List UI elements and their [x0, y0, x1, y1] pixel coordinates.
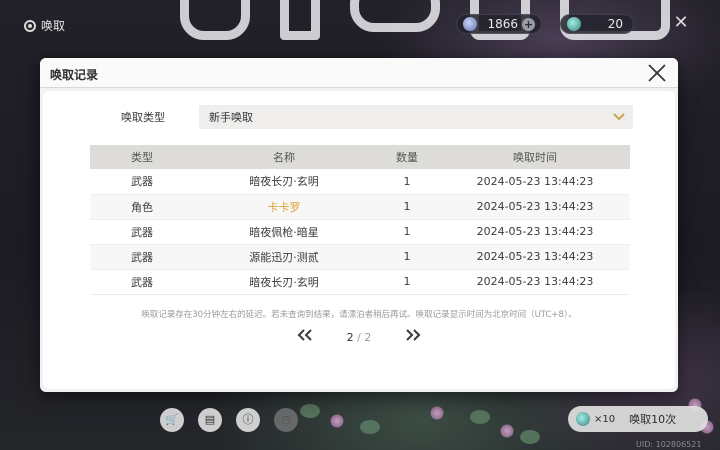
close-page-icon[interactable]: ✕	[672, 14, 690, 32]
cell-name: 暗夜长刃·玄明	[194, 269, 374, 295]
page-title-group: 唤取	[24, 17, 65, 34]
column-header-time: 唤取时间	[440, 145, 630, 169]
cell-name-highlight: 卡卡罗	[194, 194, 374, 220]
cell-name: 暗夜长刃·玄明	[194, 169, 374, 195]
page-title: 唤取	[41, 19, 66, 33]
records-table: 类型 名称 数量 唤取时间 武器 暗夜长刃·玄明 1 2024-05-23 13…	[90, 145, 630, 295]
type-filter-value: 新手唤取	[209, 111, 253, 124]
dialog-title: 唤取记录	[50, 68, 99, 82]
table-row: 武器 暗夜长刃·玄明 1 2024-05-23 13:44:23	[90, 169, 630, 195]
cell-name: 暗夜佩枪·暗星	[194, 219, 374, 245]
dialog-header: 唤取记录	[40, 58, 678, 88]
total-pages: 2	[364, 330, 372, 344]
cell-time: 2024-05-23 13:44:23	[440, 269, 630, 295]
previous-page-button[interactable]	[297, 329, 313, 345]
history-icon[interactable]: ◷	[274, 408, 298, 432]
column-header-quantity: 数量	[374, 145, 440, 169]
pull-ten-cost: ×10	[594, 413, 616, 425]
column-header-name: 名称	[194, 145, 374, 169]
currency-star[interactable]: 1866 +	[456, 14, 542, 34]
table-row: 武器 源能迅刃·测贰 1 2024-05-23 13:44:23	[90, 244, 630, 270]
cell-time: 2024-05-23 13:44:23	[440, 194, 630, 220]
table-row: 武器 暗夜长刃·玄明 1 2024-05-23 13:44:23	[90, 269, 630, 295]
table-header-row: 类型 名称 数量 唤取时间	[90, 145, 630, 169]
page-separator: /	[357, 330, 361, 344]
dialog-body: 唤取类型 新手唤取 类型 名称 数量 唤取时间 武器 暗夜长刃·玄明 1 202…	[43, 91, 675, 389]
bottom-toolbar: 🛒 ▤ ⓘ ◷	[160, 408, 298, 432]
page-indicator: 2 / 2	[347, 331, 372, 344]
current-page: 2	[346, 330, 354, 344]
ticket-icon	[576, 412, 590, 426]
cell-name: 源能迅刃·测贰	[194, 244, 374, 270]
cell-time: 2024-05-23 13:44:23	[440, 169, 630, 195]
table-row: 武器 暗夜佩枪·暗星 1 2024-05-23 13:44:23	[90, 219, 630, 245]
info-icon[interactable]: ⓘ	[236, 408, 260, 432]
currency-ticket: 20	[560, 14, 634, 34]
currency-ticket-value: 20	[607, 17, 623, 31]
type-filter-label: 唤取类型	[121, 111, 165, 124]
cell-quantity: 1	[374, 269, 440, 295]
cell-quantity: 1	[374, 219, 440, 245]
pull-ten-button[interactable]: ×10 唤取10次	[568, 406, 708, 432]
dialog-close-button[interactable]	[646, 62, 668, 84]
type-filter-select[interactable]: 新手唤取	[199, 105, 633, 129]
cell-quantity: 1	[374, 169, 440, 195]
double-chevron-left-icon	[297, 329, 312, 341]
record-dialog: 唤取记录 唤取类型 新手唤取 类型 名称 数量 唤取时间 武器 暗夜长刃·玄明 …	[40, 58, 678, 392]
shop-icon[interactable]: 🛒	[160, 408, 184, 432]
cell-type: 武器	[90, 219, 194, 245]
double-chevron-right-icon	[406, 329, 421, 341]
chevron-down-icon	[613, 110, 625, 124]
cell-quantity: 1	[374, 244, 440, 270]
ticket-currency-icon	[567, 17, 581, 31]
next-page-button[interactable]	[405, 329, 421, 345]
add-currency-button[interactable]: +	[522, 17, 535, 31]
top-bar: 唤取 1866 + 20 ✕	[0, 0, 720, 50]
delay-notice: 唤取记录存在30分钟左右的延迟。若未查询到结果，请漂泊者稍后再试。唤取记录显示时…	[141, 310, 577, 320]
currency-star-value: 1866	[487, 17, 518, 31]
star-currency-icon	[463, 17, 477, 31]
close-icon	[648, 64, 666, 82]
table-row: 角色 卡卡罗 1 2024-05-23 13:44:23	[90, 194, 630, 220]
pull-ten-label: 唤取10次	[629, 413, 677, 426]
cell-type: 武器	[90, 244, 194, 270]
cell-type: 武器	[90, 169, 194, 195]
type-filter-row: 唤取类型 新手唤取	[121, 105, 633, 129]
convene-icon	[24, 19, 36, 32]
cell-type: 武器	[90, 269, 194, 295]
cell-time: 2024-05-23 13:44:23	[440, 219, 630, 245]
column-header-type: 类型	[90, 145, 194, 169]
cell-type: 角色	[90, 194, 194, 220]
cell-quantity: 1	[374, 194, 440, 220]
cell-time: 2024-05-23 13:44:23	[440, 244, 630, 270]
player-uid: UID: 102806521	[636, 440, 702, 449]
pagination: 2 / 2	[43, 329, 675, 345]
details-icon[interactable]: ▤	[198, 408, 222, 432]
